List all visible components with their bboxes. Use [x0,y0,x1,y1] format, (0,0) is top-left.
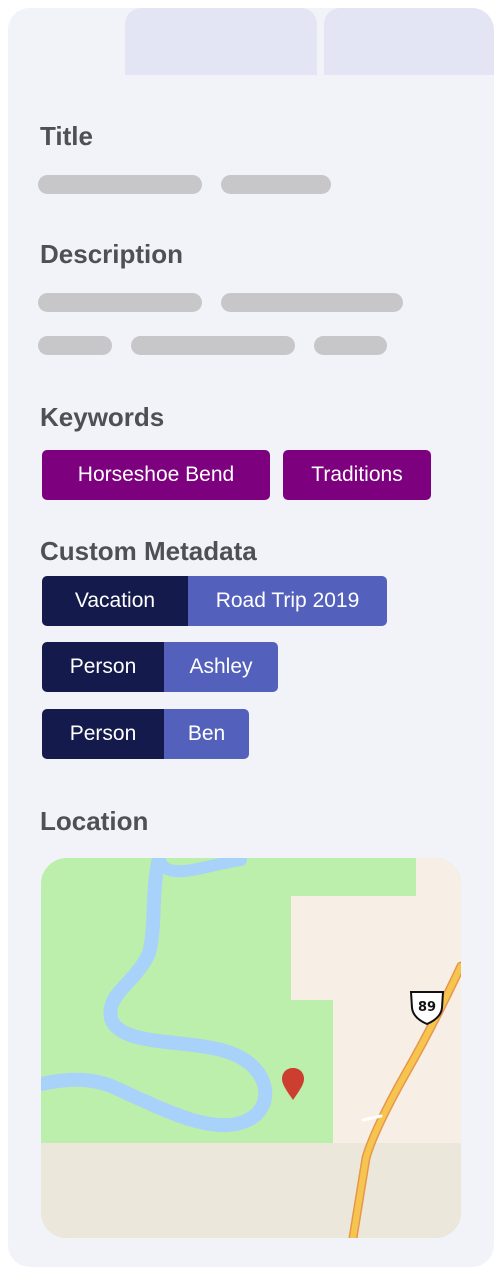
description-placeholder [38,293,202,312]
title-placeholder [221,175,331,194]
description-placeholder [221,293,403,312]
map-canvas: 89 [41,858,461,1238]
metadata-value: Road Trip 2019 [188,576,387,626]
description-heading: Description [40,239,184,269]
metadata-value: Ashley [164,642,278,692]
title-placeholder [38,175,202,194]
tab-1[interactable] [8,8,118,75]
title-heading: Title [40,121,93,151]
metadata-key: Person [42,709,164,759]
metadata-pair[interactable]: Person Ashley [42,642,278,692]
keyword-chip[interactable]: Horseshoe Bend [42,450,270,500]
tab-3[interactable] [324,8,494,75]
highway-shield-number: 89 [418,1000,436,1015]
metadata-panel: Title Description Keywords Horseshoe Ben… [8,8,494,1267]
description-placeholder [314,336,387,355]
description-placeholder [38,336,112,355]
location-map[interactable]: 89 [41,858,461,1238]
metadata-pair[interactable]: Vacation Road Trip 2019 [42,576,387,626]
metadata-key: Person [42,642,164,692]
custom-metadata-heading: Custom Metadata [40,536,257,566]
metadata-value: Ben [164,709,249,759]
keyword-chip[interactable]: Traditions [283,450,431,500]
location-heading: Location [40,806,149,836]
metadata-pair[interactable]: Person Ben [42,709,249,759]
metadata-key: Vacation [42,576,188,626]
keywords-heading: Keywords [40,402,165,432]
tab-2[interactable] [125,8,317,75]
description-placeholder [131,336,295,355]
